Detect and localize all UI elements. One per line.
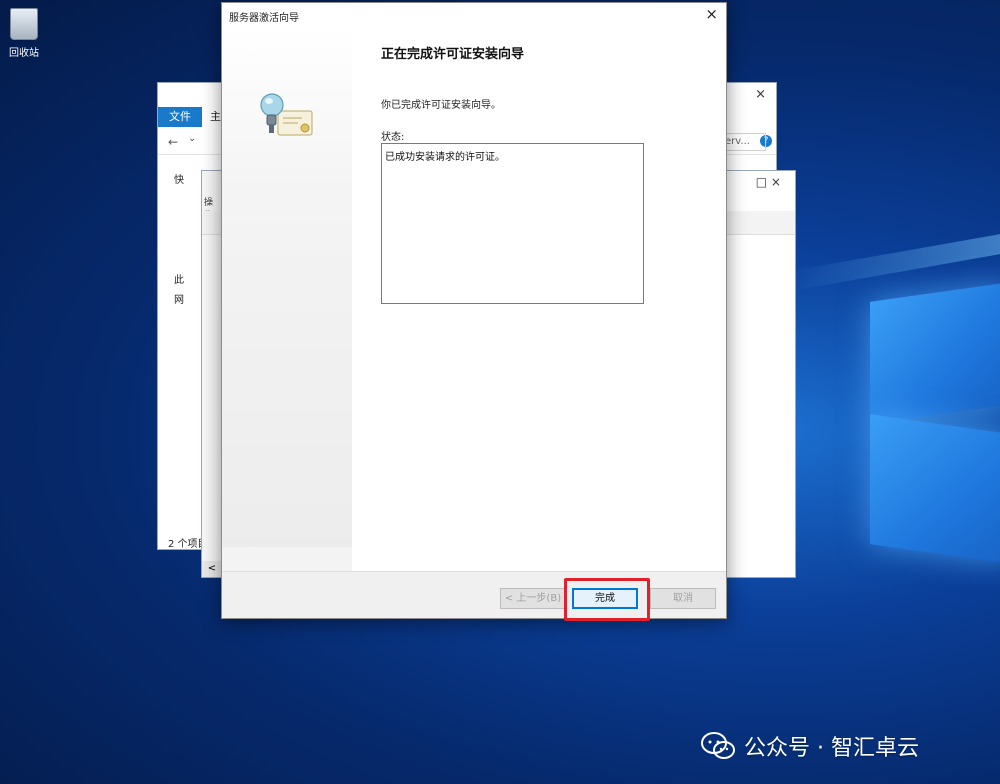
desktop-icon-recycle-bin[interactable]: 回收站 [4,8,44,59]
nav-item-this-pc[interactable]: 此 [174,271,204,289]
manager-window-controls[interactable]: □ × [756,175,781,189]
wizard-footer: < 上一步(B) 完成 取消 [222,571,726,618]
nav-item-downloads[interactable] [174,211,204,229]
recycle-bin-icon [10,8,38,40]
license-certificate-icon [260,93,313,136]
windows-logo-pane-top [870,282,1000,424]
wizard-heading: 正在完成许可证安装向导 [381,47,525,62]
wechat-logo-icon [701,732,735,759]
recycle-bin-label: 回收站 [9,48,39,59]
watermark: 公众号 · 智汇卓云 [700,726,919,766]
nav-item-quick-access[interactable]: 快 [174,171,204,189]
wizard-status-textbox[interactable]: 已成功安装请求的许可证。 [381,143,644,304]
desktop-light-beam [790,228,1000,292]
nav-item-network[interactable]: 网 [174,291,204,309]
explorer-tab-file[interactable]: 文件 [158,107,202,127]
explorer-recent-chevron-icon[interactable]: ⌄ [188,133,196,144]
wizard-titlebar: 服务器激活向导 × [222,3,726,27]
windows-logo-pane-bottom [870,414,1000,564]
wizard-title: 服务器激活向导 [229,13,299,24]
nav-item-desktop[interactable] [174,191,204,209]
wizard-close-icon[interactable]: × [705,5,718,23]
finish-button-highlight-box [564,578,650,621]
explorer-tab-home[interactable]: 主 [210,107,221,127]
explorer-nav-pane: 快 此 网 [174,171,204,311]
back-button[interactable]: < 上一步(B) [500,588,566,609]
wizard-description: 你已完成许可证安装向导。 [381,100,501,111]
explorer-close-icon[interactable]: × [755,87,766,102]
cancel-button[interactable]: 取消 [650,588,716,609]
nav-item-pictures[interactable] [174,251,204,269]
wizard-content: 正在完成许可证安装向导 你已完成许可证安装向导。 状态: 已成功安装请求的许可证… [352,27,726,571]
nav-item-documents[interactable] [174,231,204,249]
manager-scroll-left-button[interactable]: < [202,561,222,577]
wizard-side-banner [222,27,352,595]
wizard-status-label: 状态: [381,132,405,143]
server-activation-wizard[interactable]: 服务器激活向导 × 正在完成许可证安装向导 你已完成许可证安装向导。 状态: 已… [221,2,727,619]
watermark-text: 公众号 · 智汇卓云 [744,736,919,761]
explorer-back-icon[interactable]: ← [168,135,178,149]
